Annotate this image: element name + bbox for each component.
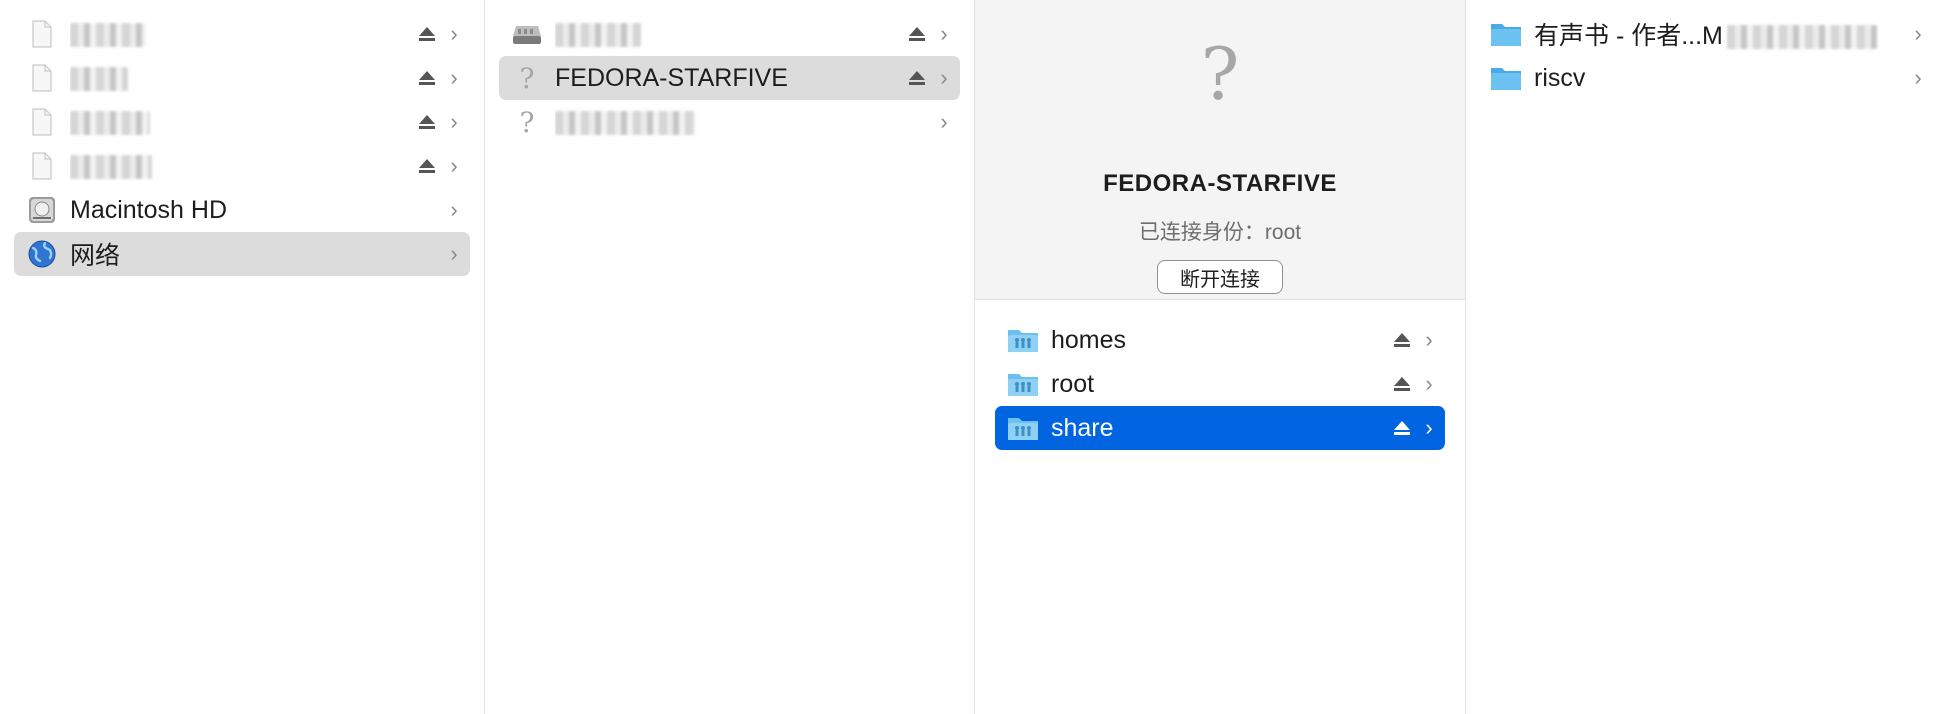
eject-icon[interactable] — [416, 155, 438, 177]
chevron-right-icon: › — [940, 65, 948, 90]
redacted-label — [555, 108, 936, 137]
location-item[interactable]: › — [14, 144, 470, 188]
globe-icon — [26, 238, 58, 270]
locations-column[interactable]: › › › › Macintosh HD › 网络 › — [0, 0, 485, 714]
folder-item-audiobooks[interactable]: 有声书 - 作者...M › — [1478, 12, 1934, 56]
share-contents-column[interactable]: 有声书 - 作者...M › riscv › — [1466, 0, 1946, 714]
share-item-root[interactable]: root › — [995, 362, 1445, 406]
location-label: Macintosh HD — [70, 195, 227, 224]
eject-icon[interactable] — [1391, 329, 1413, 351]
shared-folder-icon — [1007, 368, 1039, 400]
eject-icon[interactable] — [906, 23, 928, 45]
chevron-right-icon: › — [450, 241, 458, 266]
network-servers-column[interactable]: › ? FEDORA-STARFIVE › ? › — [485, 0, 975, 714]
chevron-right-icon: › — [450, 153, 458, 178]
eject-icon[interactable] — [906, 67, 928, 89]
server-icon — [511, 18, 543, 50]
shared-folder-icon — [1007, 412, 1039, 444]
location-label: 网络 — [70, 242, 121, 270]
folder-label: riscv — [1534, 63, 1586, 92]
chevron-right-icon: › — [1914, 21, 1922, 46]
redacted-label — [70, 20, 416, 49]
server-preview-pane: ? FEDORA-STARFIVE 已连接身份：root 断开连接 — [975, 0, 1465, 300]
redacted-label — [555, 20, 906, 49]
server-label: FEDORA-STARFIVE — [555, 63, 788, 92]
chevron-right-icon: › — [1425, 415, 1433, 440]
chevron-right-icon: › — [940, 21, 948, 46]
chevron-right-icon: › — [1914, 65, 1922, 90]
location-item-network[interactable]: 网络 › — [14, 232, 470, 276]
location-item[interactable]: › — [14, 56, 470, 100]
shared-folder-icon — [1007, 324, 1039, 356]
document-icon — [26, 62, 58, 94]
eject-icon[interactable] — [416, 23, 438, 45]
share-item-homes[interactable]: homes › — [995, 318, 1445, 362]
share-item-share[interactable]: share › — [995, 406, 1445, 450]
redacted-label — [70, 108, 416, 137]
chevron-right-icon: › — [450, 109, 458, 134]
hard-drive-icon — [26, 194, 58, 226]
share-list: homes › root › share › — [975, 300, 1465, 450]
redacted-label — [70, 152, 416, 181]
question-icon: ? — [1200, 32, 1240, 116]
redacted-label — [70, 64, 416, 93]
share-label: share — [1051, 413, 1114, 442]
server-item[interactable]: ? › — [499, 100, 960, 144]
chevron-right-icon: › — [450, 197, 458, 222]
server-item[interactable]: › — [499, 12, 960, 56]
folder-icon — [1490, 18, 1522, 50]
connected-as-text: 已连接身份：root — [1138, 221, 1302, 244]
finder-column-browser: › › › › Macintosh HD › 网络 › › ? FEDORA-S… — [0, 0, 1946, 714]
chevron-right-icon: › — [450, 21, 458, 46]
folder-icon — [1490, 62, 1522, 94]
document-icon — [26, 150, 58, 182]
folder-label: 有声书 - 作者...M — [1534, 16, 1910, 52]
server-item-fedora-starfive[interactable]: ? FEDORA-STARFIVE › — [499, 56, 960, 100]
document-icon — [26, 18, 58, 50]
question-icon: ? — [519, 61, 535, 95]
eject-icon[interactable] — [416, 67, 438, 89]
server-title: FEDORA-STARFIVE — [1103, 170, 1337, 197]
eject-icon[interactable] — [416, 111, 438, 133]
share-label: root — [1051, 369, 1095, 398]
document-icon — [26, 106, 58, 138]
disconnect-button[interactable]: 断开连接 — [1157, 260, 1283, 294]
chevron-right-icon: › — [940, 109, 948, 134]
chevron-right-icon: › — [450, 65, 458, 90]
shares-column[interactable]: ? FEDORA-STARFIVE 已连接身份：root 断开连接 homes … — [975, 0, 1466, 714]
chevron-right-icon: › — [1425, 371, 1433, 396]
question-icon: ? — [519, 105, 535, 139]
eject-icon[interactable] — [1391, 373, 1413, 395]
share-label: homes — [1051, 325, 1127, 354]
location-item[interactable]: › — [14, 12, 470, 56]
folder-item-riscv[interactable]: riscv › — [1478, 56, 1934, 100]
location-item-macintosh-hd[interactable]: Macintosh HD › — [14, 188, 470, 232]
eject-icon[interactable] — [1391, 417, 1413, 439]
location-item[interactable]: › — [14, 100, 470, 144]
chevron-right-icon: › — [1425, 327, 1433, 352]
